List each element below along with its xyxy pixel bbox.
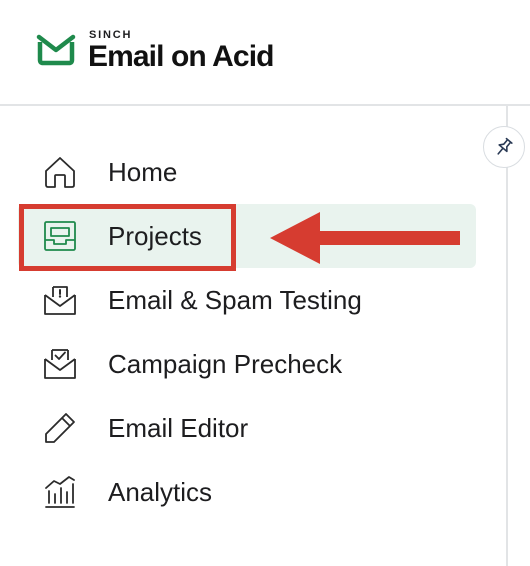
sidebar-item-home[interactable]: Home	[18, 140, 476, 204]
projects-icon	[44, 221, 76, 251]
sidebar-item-label: Analytics	[108, 477, 213, 507]
sidebar-divider	[506, 106, 508, 566]
sidebar-item-analytics[interactable]: Analytics	[18, 460, 476, 524]
analytics-icon	[45, 476, 75, 508]
sidebar-item-campaign-precheck[interactable]: Campaign Precheck	[18, 332, 476, 396]
sidebar-item-email-spam-testing[interactable]: Email & Spam Testing	[18, 268, 476, 332]
pin-icon	[497, 137, 513, 155]
logo-brand-text: Email on Acid	[88, 40, 274, 73]
sidebar-item-label: Email Editor	[108, 413, 249, 443]
email-check-icon	[44, 349, 76, 379]
logo-envelope-icon	[36, 34, 76, 66]
sidebar-item-label: Projects	[108, 221, 202, 251]
sidebar-item-email-editor[interactable]: Email Editor	[18, 396, 476, 460]
sidebar-item-label: Home	[108, 157, 178, 187]
sidebar-item-projects[interactable]: Projects	[18, 204, 476, 268]
app-header: SINCH Email on Acid	[0, 0, 530, 106]
sidebar-item-label: Email & Spam Testing	[108, 285, 362, 315]
pencil-icon	[45, 413, 75, 443]
pin-sidebar-button[interactable]	[483, 126, 525, 168]
sidebar-item-label: Campaign Precheck	[108, 349, 343, 379]
email-alert-icon	[44, 286, 76, 315]
home-icon	[45, 157, 75, 188]
